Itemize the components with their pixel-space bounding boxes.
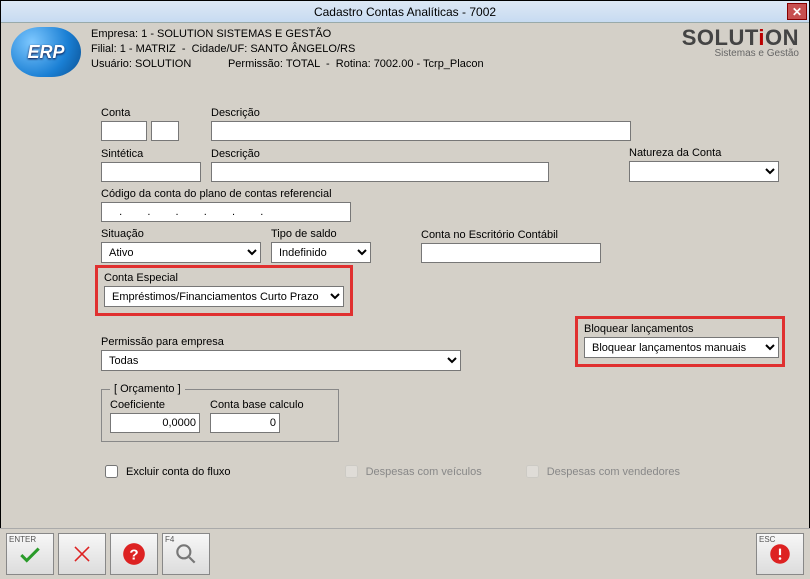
- excluir-checkbox[interactable]: [105, 465, 118, 478]
- descricao2-label: Descrição: [211, 148, 549, 160]
- conta-input-2[interactable]: [151, 121, 179, 141]
- excluir-checkbox-label[interactable]: Excluir conta do fluxo: [101, 462, 231, 481]
- conta-label: Conta: [101, 107, 201, 119]
- help-button[interactable]: ?: [110, 533, 158, 575]
- coeficiente-input[interactable]: [110, 413, 200, 433]
- magnifier-icon: [173, 541, 199, 567]
- descricao2-input[interactable]: [211, 162, 549, 182]
- sintetica-input[interactable]: [101, 162, 201, 182]
- despesas-veiculos-label: Despesas com veículos: [341, 462, 482, 481]
- conta-input-1[interactable]: [101, 121, 147, 141]
- search-button[interactable]: F4: [162, 533, 210, 575]
- erp-logo: ERP: [11, 27, 81, 77]
- x-icon: [69, 541, 95, 567]
- coeficiente-label: Coeficiente: [110, 399, 200, 411]
- descricao-input[interactable]: [211, 121, 631, 141]
- contaespecial-select[interactable]: Empréstimos/Financiamentos Curto Prazo: [104, 286, 344, 307]
- conta-especial-highlight: Conta Especial Empréstimos/Financiamento…: [95, 265, 353, 316]
- bloquear-label: Bloquear lançamentos: [584, 323, 776, 335]
- natureza-select[interactable]: [629, 161, 779, 182]
- despesas-vendedores-checkbox: [526, 465, 539, 478]
- descricao-label: Descrição: [211, 107, 631, 119]
- bloquear-highlight: Bloquear lançamentos Bloquear lançamento…: [575, 316, 785, 367]
- contaescritorio-label: Conta no Escritório Contábil: [421, 229, 601, 241]
- exit-icon: [767, 541, 793, 567]
- despesas-vendedores-label: Despesas com vendedores: [522, 462, 680, 481]
- codigoref-input[interactable]: [101, 202, 351, 222]
- close-button[interactable]: ✕: [787, 3, 807, 20]
- cancel-button[interactable]: [58, 533, 106, 575]
- contaespecial-label: Conta Especial: [104, 272, 344, 284]
- exit-button[interactable]: ESC: [756, 533, 804, 575]
- despesas-veiculos-checkbox: [345, 465, 358, 478]
- sintetica-label: Sintética: [101, 148, 201, 160]
- permissao-select[interactable]: Todas: [101, 350, 461, 371]
- natureza-label: Natureza da Conta: [629, 147, 779, 159]
- bloquear-select[interactable]: Bloquear lançamentos manuais: [584, 337, 779, 358]
- tiposaldo-select[interactable]: Indefinido: [271, 242, 371, 263]
- tiposaldo-label: Tipo de saldo: [271, 228, 371, 240]
- orcamento-legend: [ Orçamento ]: [110, 383, 185, 395]
- question-icon: ?: [121, 541, 147, 567]
- title-bar: Cadastro Contas Analíticas - 7002 ✕: [1, 1, 809, 23]
- header-area: ERP Empresa: 1 - SOLUTION SISTEMAS E GES…: [1, 23, 809, 87]
- contabase-input[interactable]: [210, 413, 280, 433]
- contaescritorio-input[interactable]: [421, 243, 601, 263]
- permissao-label: Permissão para empresa: [101, 336, 461, 348]
- solution-logo: SOLUTiON Sistemas e Gestão: [682, 27, 799, 59]
- codigoref-label: Código da conta do plano de contas refer…: [101, 188, 351, 200]
- situacao-select[interactable]: Ativo: [101, 242, 261, 263]
- footer-toolbar: ENTER ? F4 ESC: [0, 528, 810, 579]
- svg-text:?: ?: [129, 546, 138, 563]
- window-title: Cadastro Contas Analíticas - 7002: [314, 5, 496, 19]
- situacao-label: Situação: [101, 228, 261, 240]
- form-area: Conta Descrição Sintética Descrição Natu…: [1, 87, 809, 491]
- orcamento-group: [ Orçamento ] Coeficiente Conta base cal…: [101, 383, 339, 442]
- header-info: Empresa: 1 - SOLUTION SISTEMAS E GESTÃO …: [91, 27, 672, 72]
- contabase-label: Conta base calculo: [210, 399, 330, 411]
- confirm-button[interactable]: ENTER: [6, 533, 54, 575]
- check-icon: [17, 541, 43, 567]
